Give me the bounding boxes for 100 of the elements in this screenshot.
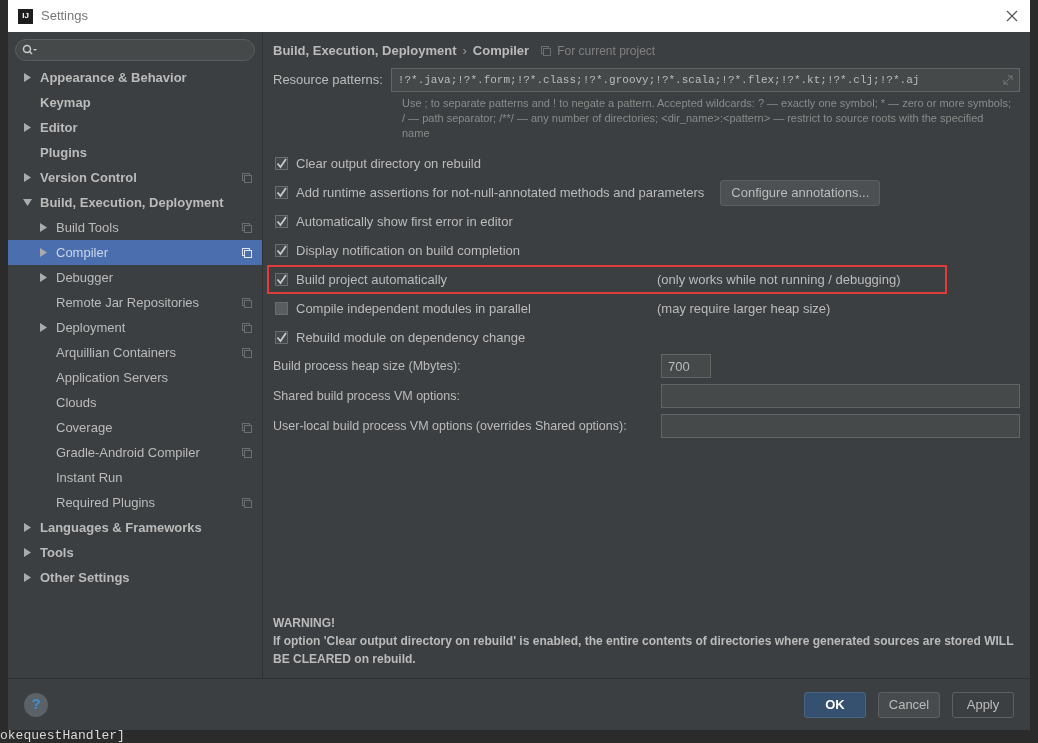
close-icon[interactable] [1006,10,1018,22]
project-scope-icon [541,46,552,56]
tree-item[interactable]: Build Tools [8,215,262,240]
checkbox[interactable] [275,215,288,228]
tree-item[interactable]: Editor [8,115,262,140]
project-scope-icon [242,222,252,233]
tree-item-label: Other Settings [40,568,131,587]
project-scope-icon [242,447,252,458]
checkbox[interactable] [275,157,288,170]
warning-text: If option 'Clear output directory on rebuild' is enabled, the entire contents of directories where generated sources are stored WILL BE CLEARED on rebuild. [273,633,1015,668]
breadcrumb-current: Compiler [472,42,530,61]
tree-item[interactable]: Clouds [8,390,262,415]
tree-item[interactable]: Debugger [8,265,262,290]
collapsed-arrow-icon[interactable] [23,73,32,82]
tree-item-label: Clouds [56,393,98,412]
text-field[interactable] [661,414,1020,438]
field-label: Resource patterns: [273,71,383,90]
tree-item-label: Required Plugins [56,493,156,512]
tree-item[interactable]: Coverage [8,415,262,440]
tree-item[interactable]: Keymap [8,90,262,115]
tree-item-label: Arquillian Containers [56,343,177,362]
tree-item-label: Debugger [56,268,115,287]
search-icon [22,44,38,56]
tree-item[interactable]: Version Control [8,165,262,190]
note-text: (only works while not running / debugging) [657,270,901,289]
field-label: Build process heap size (Mbytes): [273,357,462,375]
text-field[interactable]: 700 [661,354,711,378]
checkbox-label[interactable]: Display notification on build completion [296,240,520,261]
checkbox-label[interactable]: Rebuild module on dependency change [296,327,526,348]
dialog-button[interactable]: OK [804,691,866,718]
checkbox-label[interactable]: Build project automatically [296,269,651,290]
checkbox[interactable] [275,186,288,199]
breadcrumb-parent: Build, Execution, Deployment [273,42,457,61]
tree-item[interactable]: Tools [8,540,262,565]
tree-item-label: Editor [40,118,79,137]
tree-item-label: Remote Jar Repositories [56,293,201,312]
hint-text: Use ; to separate patterns and ! to negate a pattern. Accepted wildcards: ? — exactly one symbol; * — zero or more symbols; / — path separator; /**/ — any number of directories; <dir_name>:<pattern> — restrict to source roots with the specified name [402,96,1012,141]
field-label: User-local build process VM options (overrides Shared options): [273,417,628,435]
collapsed-arrow-icon[interactable] [23,573,32,582]
tree-item[interactable]: Required Plugins [8,490,262,515]
project-scope-icon [242,322,252,333]
checkbox[interactable] [275,273,288,286]
tree-item-label: Version Control [40,168,138,187]
tree-item[interactable]: Gradle-Android Compiler [8,440,262,465]
text-field[interactable] [661,384,1020,408]
tree-item[interactable]: Compiler [8,240,262,265]
project-scope-icon [242,247,252,258]
tree-item-label: Instant Run [56,468,124,487]
tree-item-label: Compiler [56,243,109,262]
tree-item-label: Build Tools [56,218,120,237]
tree-item-label: Plugins [40,143,88,162]
warning-title: WARNING! [273,615,336,632]
tree-item[interactable]: Other Settings [8,565,262,590]
checkbox-label[interactable]: Clear output directory on rebuild [296,153,481,174]
tree-item-label: Appearance & Behavior [40,68,188,87]
field-label: Shared build process VM options: [273,387,461,405]
checkbox-label[interactable]: Automatically show first error in editor [296,211,513,232]
collapsed-arrow-icon[interactable] [39,273,48,282]
collapsed-arrow-icon[interactable] [23,173,32,182]
project-scope-icon [242,497,252,508]
project-scope-icon [242,297,252,308]
tree-item-label: Keymap [40,93,92,112]
project-scope-icon [242,422,252,433]
tree-item[interactable]: Arquillian Containers [8,340,262,365]
note-text: (may require larger heap size) [657,299,831,318]
console-text: okequestHandler] [0,728,125,743]
tree-item[interactable]: Appearance & Behavior [8,65,262,90]
checkbox-label[interactable]: Compile independent modules in parallel [296,298,651,319]
collapsed-arrow-icon[interactable] [39,223,48,232]
tree-item[interactable]: Instant Run [8,465,262,490]
configure-annotations-button[interactable]: Configure annotations... [720,179,881,206]
tree-item[interactable]: Deployment [8,315,262,340]
checkbox-label[interactable]: Add runtime assertions for not-null-annotated methods and parameters [296,182,705,203]
checkbox[interactable] [275,302,288,315]
tree-item[interactable]: Application Servers [8,365,262,390]
tree-item[interactable]: Remote Jar Repositories [8,290,262,315]
scope-label: For current project [557,43,656,60]
collapsed-arrow-icon[interactable] [39,323,48,332]
dialog-button[interactable]: Cancel [878,691,940,718]
tree-item-label: Application Servers [56,368,169,387]
breadcrumb-separator: › [462,42,467,61]
project-scope-icon [242,347,252,358]
collapsed-arrow-icon[interactable] [23,523,32,532]
collapsed-arrow-icon[interactable] [23,548,32,557]
tree-item-label: Build, Execution, Deployment [40,193,225,212]
search-field[interactable] [15,39,255,61]
checkbox[interactable] [275,331,288,344]
collapsed-arrow-icon[interactable] [23,123,32,132]
tree-item-label: Gradle-Android Compiler [56,443,201,462]
expanded-arrow-icon[interactable] [23,198,32,207]
app-logo-icon: IJ [18,8,33,24]
checkbox[interactable] [275,244,288,257]
resource-patterns-field[interactable]: !?*.java;!?*.form;!?*.class;!?*.groovy;!?*.scala;!?*.flex;!?*.kt;!?*.clj;!?*.aj [390,68,1020,92]
project-scope-icon [242,172,252,183]
tree-item[interactable]: Languages & Frameworks [8,515,262,540]
tree-item[interactable]: Build, Execution, Deployment [8,190,262,215]
tree-item[interactable]: Plugins [8,140,262,165]
window-title: Settings [41,7,88,26]
tree-item-label: Languages & Frameworks [40,518,203,537]
tree-item-label: Tools [40,543,75,562]
